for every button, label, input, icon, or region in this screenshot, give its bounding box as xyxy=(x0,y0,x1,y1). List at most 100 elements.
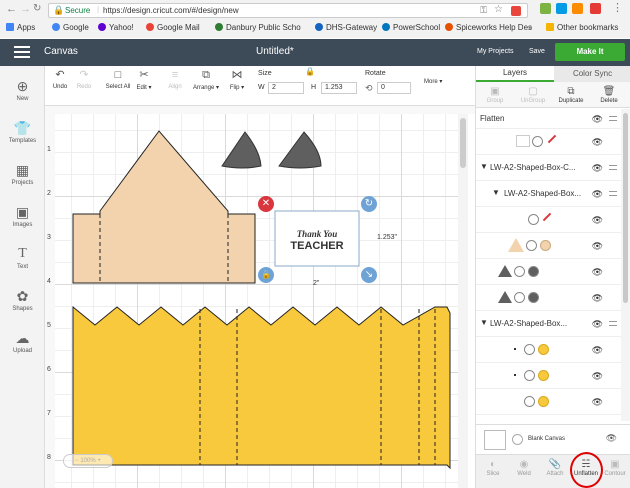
key-icon[interactable]: ⚿ xyxy=(480,5,487,16)
layer-flatten[interactable]: Flatten 👁 xyxy=(476,109,621,129)
zoom-control[interactable]: − 100% + xyxy=(63,454,113,468)
color-swatch[interactable] xyxy=(528,292,539,303)
triangle-shape-right[interactable] xyxy=(278,131,322,169)
delete-button[interactable]: 🗑 Delete xyxy=(594,86,624,104)
layer-group-1[interactable]: ▼ LW-A2-Shaped-Box-C... 👁 xyxy=(476,155,621,181)
redo-button[interactable]: ↷ Redo xyxy=(74,68,94,90)
color-swatch[interactable] xyxy=(540,240,551,251)
design-canvas[interactable]: Thank You TEACHER ✕ ↻ 🔒 ↘ 1.253" 2" − 10… xyxy=(55,114,468,488)
blank-canvas-row[interactable]: Blank Canvas 👁 xyxy=(476,424,630,454)
pen-icon[interactable] xyxy=(542,212,552,222)
eye-icon[interactable]: 👁 xyxy=(592,241,603,252)
undo-button[interactable]: ↶ Undo xyxy=(50,68,70,90)
color-swatch[interactable] xyxy=(538,344,549,355)
sidebar-item-images[interactable]: ▣ Images xyxy=(0,204,45,228)
attach-button[interactable]: 📎 Attach xyxy=(540,459,570,477)
tab-layers[interactable]: Layers xyxy=(476,66,554,82)
layers-scrollbar[interactable] xyxy=(621,109,630,421)
star-icon[interactable]: ☆ xyxy=(494,4,503,15)
eye-icon[interactable]: 👁 xyxy=(592,293,603,304)
lock-ratio-icon[interactable]: 🔒 xyxy=(305,67,315,76)
canvas-color-swatch[interactable] xyxy=(512,434,523,445)
menu-dots-icon[interactable]: ⋮ xyxy=(612,1,623,14)
tab-color-sync[interactable]: Color Sync xyxy=(554,66,630,82)
operation-icon[interactable] xyxy=(524,396,535,407)
select-all-button[interactable]: □ Select All xyxy=(104,68,132,90)
document-title[interactable]: Untitled* xyxy=(256,46,294,57)
layer-item-house[interactable]: 👁 xyxy=(476,233,621,259)
address-bar[interactable]: 🔒 Secure | https://design.cricut.com/#/d… xyxy=(48,3,528,18)
layer-item-box[interactable]: 👁 xyxy=(476,337,621,363)
slice-button[interactable]: ◐ Slice xyxy=(478,459,508,477)
flip-button[interactable]: ⋈ Flip ▾ xyxy=(226,68,248,91)
layer-item-triangle[interactable]: 👁 xyxy=(476,259,621,285)
eye-icon[interactable]: 👁 xyxy=(592,114,603,125)
eye-icon[interactable]: 👁 xyxy=(592,267,603,278)
canvas-scrollbar[interactable] xyxy=(458,114,468,488)
eye-icon[interactable]: 👁 xyxy=(592,163,603,174)
sidebar-item-shapes[interactable]: ✿ Shapes xyxy=(0,288,45,312)
bookmark-google[interactable]: Google xyxy=(52,23,89,32)
layer-item-triangle[interactable]: 👁 xyxy=(476,285,621,311)
layer-group-2[interactable]: ▼ LW-A2-Shaped-Box... 👁 xyxy=(476,181,621,207)
drag-handle-icon[interactable] xyxy=(609,116,617,121)
scrollbar-thumb[interactable] xyxy=(460,118,466,168)
eye-icon[interactable]: 👁 xyxy=(592,319,603,330)
operation-icon[interactable] xyxy=(532,136,543,147)
extension-red-icon[interactable] xyxy=(590,3,601,14)
make-it-button[interactable]: Make It xyxy=(555,43,625,61)
eye-icon[interactable]: 👁 xyxy=(592,397,603,408)
bookmark-yahoo[interactable]: Yahoo! xyxy=(98,23,134,32)
width-field[interactable]: 2 xyxy=(268,82,304,94)
eye-icon[interactable]: 👁 xyxy=(592,345,603,356)
resize-handle-icon[interactable]: ↘ xyxy=(361,267,377,283)
operation-icon[interactable] xyxy=(524,344,535,355)
operation-icon[interactable] xyxy=(514,292,525,303)
zoom-out-icon[interactable]: − xyxy=(75,458,79,464)
more-bookmarks-icon[interactable]: » xyxy=(528,23,532,32)
sidebar-item-new[interactable]: ⊕ New xyxy=(0,78,45,102)
drag-handle-icon[interactable] xyxy=(609,321,617,326)
save-button[interactable]: Save xyxy=(529,48,545,55)
operation-icon[interactable] xyxy=(514,266,525,277)
bookmark-apps[interactable]: Apps xyxy=(6,23,35,32)
bookmark-powerschool[interactable]: PowerSchool xyxy=(382,23,440,32)
weld-button[interactable]: ◉ Weld xyxy=(509,459,539,477)
eye-icon[interactable]: 👁 xyxy=(592,371,603,382)
back-icon[interactable]: ← xyxy=(6,3,17,15)
layer-item-text[interactable]: 👁 xyxy=(476,129,621,155)
bookmark-danbury[interactable]: Danbury Public Scho xyxy=(215,23,301,32)
scrollbar-thumb[interactable] xyxy=(623,113,628,303)
triangle-shape-left[interactable] xyxy=(221,131,262,169)
lock-handle-icon[interactable]: 🔒 xyxy=(258,267,274,283)
delete-handle-icon[interactable]: ✕ xyxy=(258,196,274,212)
group-button[interactable]: ▣ Group xyxy=(480,86,510,104)
sidebar-item-text[interactable]: T Text xyxy=(0,246,45,270)
drag-handle-icon[interactable] xyxy=(609,165,617,170)
house-shape[interactable] xyxy=(72,130,256,284)
hamburger-menu-icon[interactable] xyxy=(14,46,30,58)
layer-item[interactable]: 👁 xyxy=(476,207,621,233)
bookmark-spiceworks[interactable]: Spiceworks Help Des xyxy=(445,23,532,32)
expand-icon[interactable]: ▼ xyxy=(480,162,488,171)
rotate-field[interactable]: 0 xyxy=(377,82,411,94)
extension-blue-icon[interactable] xyxy=(556,3,567,14)
zoom-in-icon[interactable]: + xyxy=(97,458,101,464)
arrange-button[interactable]: ⧉ Arrange ▾ xyxy=(192,68,220,91)
edit-button[interactable]: ✂ Edit ▾ xyxy=(134,68,154,91)
other-bookmarks[interactable]: Other bookmarks xyxy=(546,23,618,32)
color-swatch[interactable] xyxy=(528,266,539,277)
align-button[interactable]: ≡ Align xyxy=(164,68,186,90)
sidebar-item-upload[interactable]: ☁ Upload xyxy=(0,330,45,354)
layer-item-box[interactable]: 👁 xyxy=(476,389,621,415)
drag-handle-icon[interactable] xyxy=(609,191,617,196)
extension-icon[interactable] xyxy=(511,6,521,16)
color-swatch[interactable] xyxy=(538,396,549,407)
layer-item-box[interactable]: 👁 xyxy=(476,363,621,389)
hide-eye-icon[interactable]: 👁 xyxy=(606,433,617,444)
contour-button[interactable]: ▣ Contour xyxy=(600,459,630,477)
teacher-text[interactable]: TEACHER xyxy=(279,240,355,252)
more-button[interactable]: More ▾ xyxy=(424,78,442,85)
rotate-handle-icon[interactable]: ↻ xyxy=(361,196,377,212)
operation-icon[interactable] xyxy=(526,240,537,251)
